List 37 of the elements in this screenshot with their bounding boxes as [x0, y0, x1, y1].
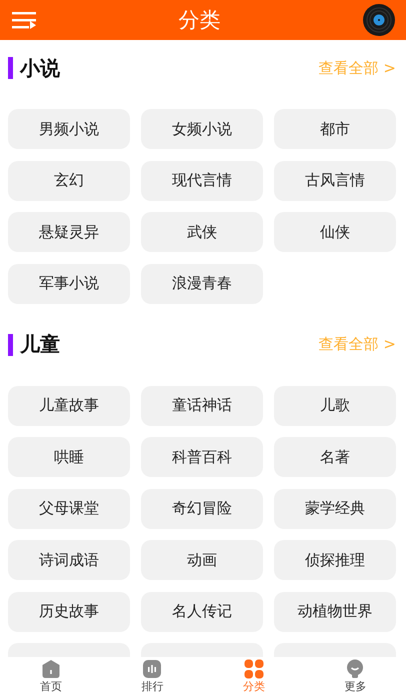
category-chip[interactable]: 悬疑灵异 — [8, 212, 130, 252]
section-marker — [8, 334, 13, 356]
category-chip[interactable]: 动画 — [141, 540, 263, 580]
section-marker — [8, 57, 13, 79]
category-chip[interactable]: 军事小说 — [8, 264, 130, 304]
category-chip[interactable]: 名人传记 — [141, 592, 263, 632]
category-chip[interactable]: 现代言情 — [141, 160, 263, 200]
category-chip[interactable]: 玄幻 — [8, 160, 130, 200]
category-chip[interactable]: 男频小说 — [8, 109, 130, 149]
category-chip[interactable]: 名著 — [274, 437, 396, 477]
category-chip[interactable]: 童话神话 — [141, 386, 263, 426]
category-chip[interactable]: 侦探推理 — [274, 540, 396, 580]
nav-tab[interactable]: 首页 — [0, 657, 102, 698]
category-chip[interactable]: 动植物世界 — [274, 592, 396, 632]
category-chip[interactable]: 仙侠 — [274, 212, 396, 252]
page-title: 分类 — [178, 7, 220, 34]
vinyl-record-icon[interactable] — [363, 4, 395, 36]
category-chip[interactable]: 都市 — [274, 109, 396, 149]
category-chip[interactable]: 古风言情 — [274, 160, 396, 200]
category-chip[interactable]: 奇幻冒险 — [141, 488, 263, 528]
category-chip[interactable]: 历史故事 — [8, 592, 130, 632]
menu-icon[interactable] — [12, 11, 36, 29]
category-chip[interactable]: 浪漫青春 — [141, 264, 263, 304]
category-chip[interactable]: 武侠 — [141, 212, 263, 252]
nav-tab[interactable]: 排行 — [102, 657, 203, 698]
category-chip[interactable]: 蒙学经典 — [274, 488, 396, 528]
category-chip[interactable]: 诗词成语 — [8, 540, 130, 580]
category-chip[interactable]: 儿歌 — [274, 386, 396, 426]
nav-tab[interactable]: 更多 — [304, 657, 406, 698]
category-chip[interactable]: 哄睡 — [8, 437, 130, 477]
category-chip[interactable]: 科普百科 — [141, 437, 263, 477]
section-title: 儿童 — [20, 331, 60, 358]
section-title: 小说 — [20, 54, 60, 82]
grid-icon — [244, 659, 264, 679]
category-chip[interactable]: 女频小说 — [141, 109, 263, 149]
category-chip[interactable]: 儿童故事 — [8, 386, 130, 426]
category-chip[interactable]: 父母课堂 — [8, 488, 130, 528]
